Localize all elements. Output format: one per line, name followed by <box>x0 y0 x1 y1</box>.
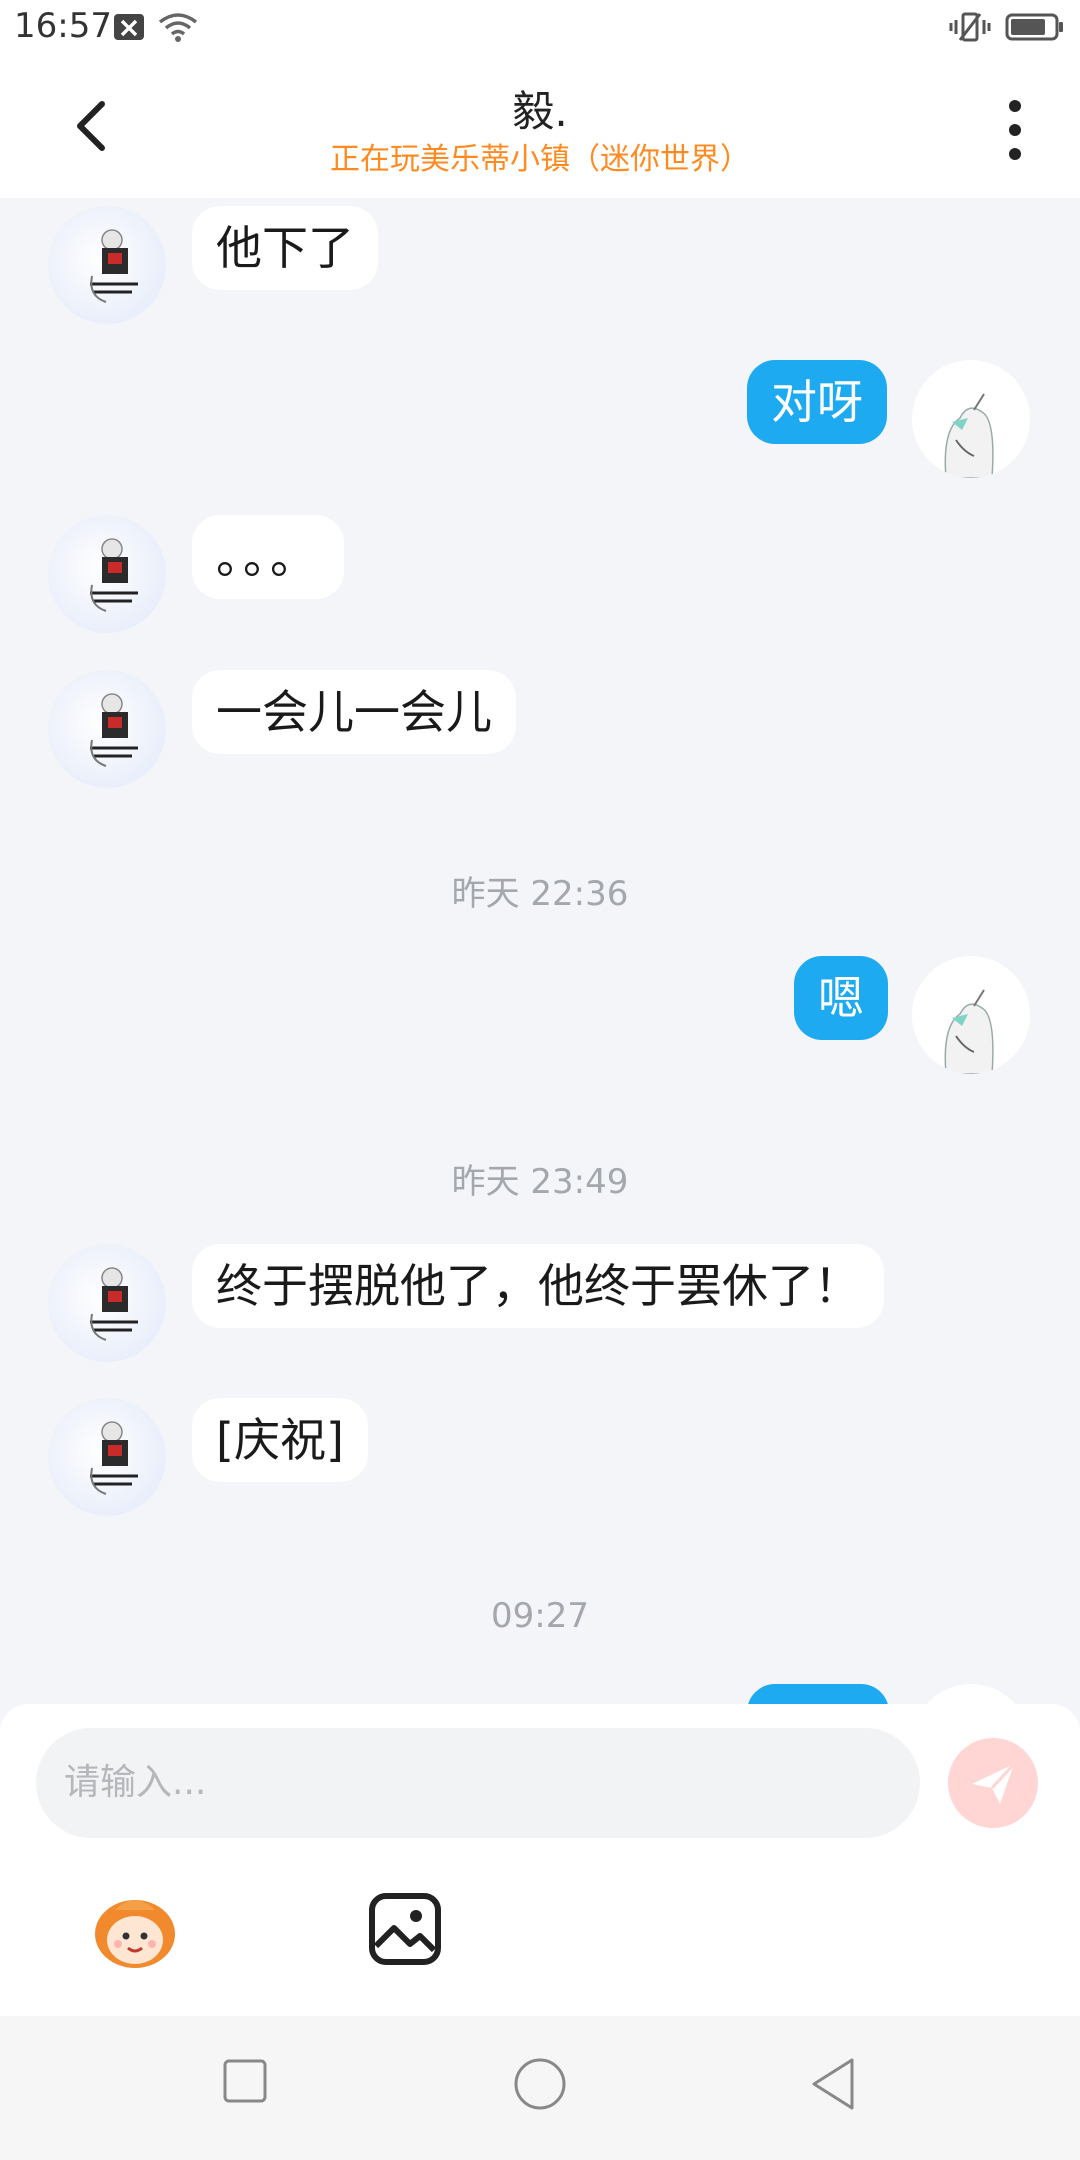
message-bubble[interactable]: 嗯 <box>794 956 888 1040</box>
message-bubble-partial[interactable] <box>747 1684 889 1704</box>
my-avatar[interactable] <box>912 360 1030 478</box>
my-avatar-image <box>944 393 994 478</box>
peer-avatar-image <box>90 1421 138 1495</box>
status-bar: 16:57 <box>0 0 1080 58</box>
contact-name: 毅. <box>512 87 568 136</box>
timestamp-divider: 昨天 22:36 <box>451 874 629 914</box>
peer-avatar-image <box>90 1267 138 1341</box>
vibrate-mode-icon <box>949 12 991 42</box>
peer-avatar[interactable] <box>48 670 166 788</box>
emoji-icon[interactable] <box>90 1884 180 1974</box>
message-bubble[interactable]: 。。。 <box>192 515 344 599</box>
contact-status: 正在玩美乐蒂小镇（迷你世界） <box>330 142 750 177</box>
peer-avatar[interactable] <box>48 1244 166 1362</box>
message-bubble[interactable]: [庆祝] <box>192 1398 368 1482</box>
timestamp-divider: 昨天 23:49 <box>451 1162 629 1202</box>
image-icon[interactable] <box>360 1884 450 1974</box>
peer-avatar-image <box>90 538 138 612</box>
more-options-icon[interactable] <box>1000 98 1030 162</box>
system-navigation-bar <box>0 2016 1080 2160</box>
back-triangle-icon[interactable] <box>808 2056 858 2112</box>
peer-avatar[interactable] <box>48 515 166 633</box>
send-icon <box>972 1762 1016 1804</box>
timestamp-divider: 09:27 <box>491 1596 589 1636</box>
battery-icon <box>1005 13 1063 41</box>
send-button[interactable] <box>948 1738 1038 1828</box>
peer-avatar-image <box>90 693 138 767</box>
message-bubble[interactable]: 他下了 <box>192 206 378 290</box>
my-avatar[interactable] <box>912 1684 1030 1704</box>
message-input[interactable]: 请输入... <box>36 1728 920 1838</box>
chat-header: 毅. 正在玩美乐蒂小镇（迷你世界） <box>0 58 1080 198</box>
my-avatar[interactable] <box>912 956 1030 1074</box>
recents-square-icon[interactable] <box>220 2056 270 2106</box>
peer-avatar[interactable] <box>48 1398 166 1516</box>
home-circle-icon[interactable] <box>512 2056 568 2112</box>
my-avatar-image <box>944 989 994 1074</box>
message-composer: 请输入... <box>0 1704 1080 2016</box>
wifi-icon <box>158 13 198 42</box>
message-bubble[interactable]: 对呀 <box>747 360 887 444</box>
peer-avatar[interactable] <box>48 206 166 324</box>
message-bubble[interactable]: 一会儿一会儿 <box>192 670 516 754</box>
peer-avatar-image <box>90 229 138 303</box>
status-time: 16:57 <box>14 6 112 46</box>
message-list[interactable]: 他下了 对呀 。。。 一会儿一会儿 昨天 22:36 嗯 昨天 23:49 终于… <box>0 198 1080 1704</box>
message-bubble[interactable]: 终于摆脱他了，他终于罢休了！ <box>192 1244 884 1328</box>
notification-x-icon <box>114 14 144 40</box>
